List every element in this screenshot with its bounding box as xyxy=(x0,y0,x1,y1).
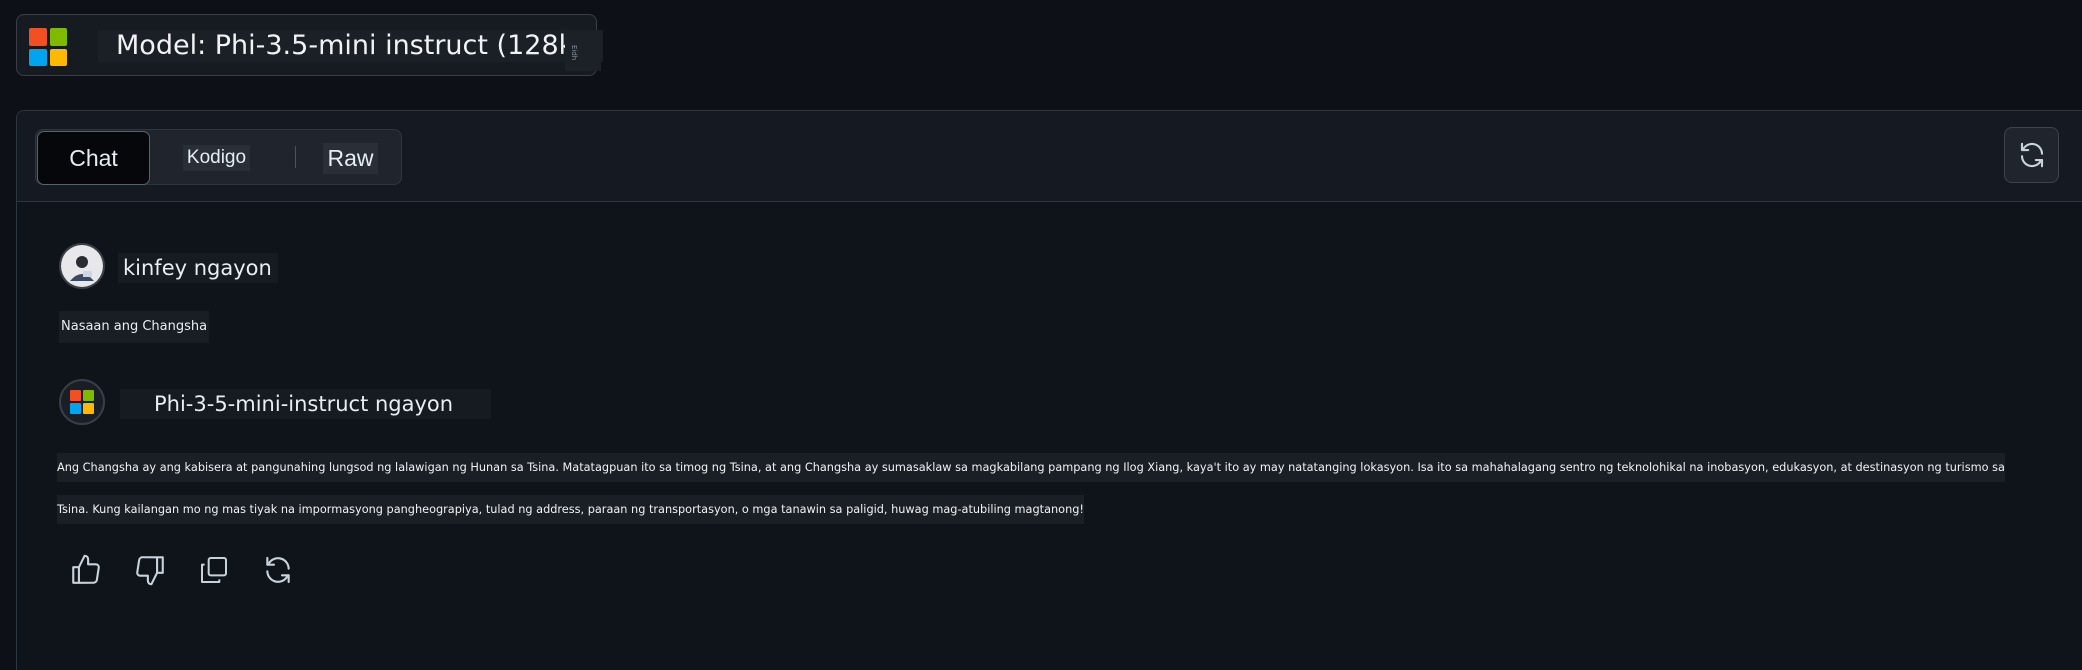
model-tag-text: Eidh xyxy=(570,45,578,61)
assistant-author-name: Phi-3-5-mini-instruct ngayon xyxy=(120,389,492,419)
refresh-button[interactable] xyxy=(2004,127,2059,183)
message-actions xyxy=(65,549,299,593)
tab-kodigo[interactable]: Kodigo xyxy=(164,132,269,184)
regenerate-button[interactable] xyxy=(257,549,299,591)
tab-raw[interactable]: Raw xyxy=(318,132,383,184)
tab-divider xyxy=(295,146,296,168)
microsoft-logo-icon xyxy=(70,390,94,414)
microsoft-logo-icon xyxy=(29,28,67,66)
copy-icon xyxy=(201,557,227,583)
assistant-message-text: Ang Changsha ay ang kabisera at pangunah… xyxy=(57,453,2005,524)
user-message: Nasaan ang Changsha xyxy=(59,311,210,343)
regenerate-icon xyxy=(266,556,290,584)
copy-button[interactable] xyxy=(193,549,235,591)
thumbs-up-icon xyxy=(72,554,100,584)
tab-kodigo-label: Kodigo xyxy=(182,145,251,171)
model-selector[interactable]: Model: Phi-3.5-mini instruct (128k) Eidh xyxy=(16,14,603,76)
tab-chat-label: Chat xyxy=(69,144,118,171)
thumbs-down-button[interactable] xyxy=(129,549,171,591)
assistant-message: Ang Changsha ay ang kabisera at pangunah… xyxy=(57,447,2025,531)
view-tabs: Chat Kodigo Raw xyxy=(35,129,402,185)
refresh-icon xyxy=(2020,142,2043,168)
tab-bar: Chat Kodigo Raw xyxy=(17,111,2082,202)
thumbs-up-button[interactable] xyxy=(65,549,107,591)
chat-panel: Chat Kodigo Raw kinfey ngayon Nasaan ang xyxy=(16,110,2082,670)
thumbs-down-icon xyxy=(136,556,164,586)
user-author-name: kinfey ngayon xyxy=(118,253,278,283)
tab-chat[interactable]: Chat xyxy=(37,131,150,185)
model-title: Model: Phi-3.5-mini instruct (128k) xyxy=(98,30,603,62)
user-avatar-icon xyxy=(59,243,105,289)
assistant-avatar xyxy=(59,379,105,425)
tab-raw-label: Raw xyxy=(323,142,378,174)
